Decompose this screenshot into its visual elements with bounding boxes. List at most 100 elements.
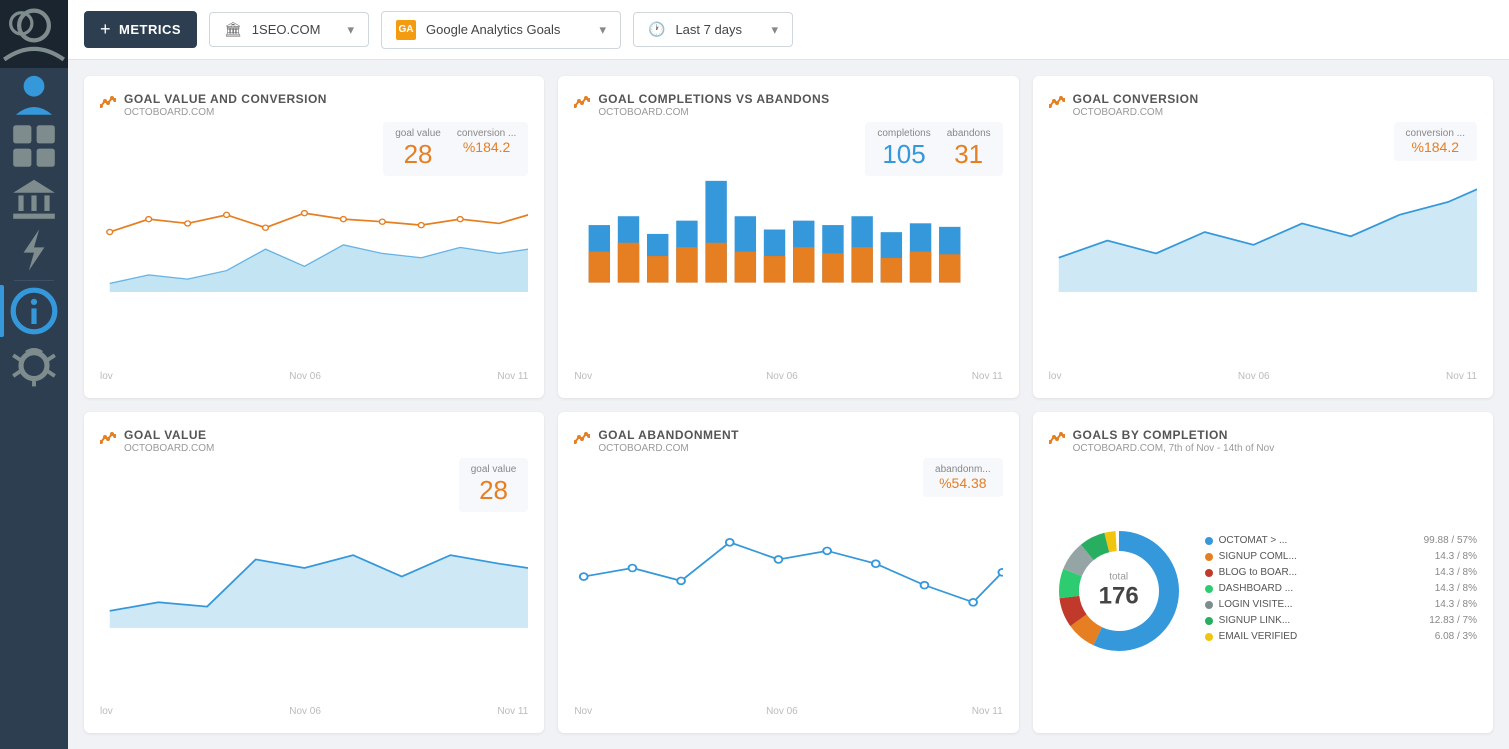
- trend-icon-3: [1049, 94, 1065, 113]
- legend-item: BLOG to BOAR... 14.3 / 8%: [1205, 567, 1477, 578]
- trend-icon-4: [100, 430, 116, 449]
- stat2-label: conversion ...: [457, 128, 516, 139]
- domain-dropdown[interactable]: 🏛 1SEO.COM ▾: [209, 12, 369, 47]
- card-completions-abandons: GOAL COMPLETIONS VS ABANDONS OCTOBOARD.C…: [558, 76, 1018, 398]
- stat-completions-label: completions: [877, 128, 930, 139]
- sidebar-logo: [0, 0, 68, 68]
- card4-title: GOAL VALUE: [124, 428, 214, 442]
- ga-icon: GA: [396, 20, 416, 40]
- legend-dot: [1205, 585, 1213, 593]
- x2-label-2: Nov 11: [972, 371, 1003, 382]
- building-icon: 🏛: [224, 21, 242, 38]
- stat2-value: %184.2: [457, 139, 516, 155]
- add-metrics-button[interactable]: + METRICS: [84, 11, 197, 48]
- legend-dot: [1205, 537, 1213, 545]
- x4-label-0: lov: [100, 706, 113, 717]
- legend-values: 14.3 / 8%: [1435, 567, 1477, 578]
- card5-title-block: GOAL ABANDONMENT OCTOBOARD.COM: [598, 428, 739, 454]
- stat-aband-label: abandonm...: [935, 464, 991, 475]
- legend-values: 12.83 / 7%: [1429, 615, 1477, 626]
- card5-body: abandonm... %54.38: [574, 458, 1002, 718]
- card3-stats: conversion ... %184.2: [1394, 122, 1477, 161]
- donut-label: total: [1099, 572, 1139, 583]
- stat-abandons: abandons 31: [947, 128, 991, 170]
- time-dropdown[interactable]: 🕐 Last 7 days ▾: [633, 12, 793, 47]
- legend-item: DASHBOARD ... 14.3 / 8%: [1205, 583, 1477, 594]
- x5-label-0: Nov: [574, 706, 592, 717]
- card4-title-block: GOAL VALUE OCTOBOARD.COM: [124, 428, 214, 454]
- card3-title: GOAL CONVERSION: [1073, 92, 1199, 106]
- card-goal-conversion: GOAL CONVERSION OCTOBOARD.COM conversion…: [1033, 76, 1493, 398]
- sidebar-item-user[interactable]: [0, 68, 68, 120]
- x3-label-2: Nov 11: [1446, 371, 1477, 382]
- card5-chart: [574, 508, 1002, 705]
- card2-header: GOAL COMPLETIONS VS ABANDONS OCTOBOARD.C…: [574, 92, 1002, 118]
- stat-aband: abandonm... %54.38: [935, 464, 991, 491]
- card2-title-block: GOAL COMPLETIONS VS ABANDONS OCTOBOARD.C…: [598, 92, 829, 118]
- card1-subtitle: OCTOBOARD.COM: [124, 107, 327, 118]
- legend-dot: [1205, 617, 1213, 625]
- card3-chart: [1049, 172, 1477, 369]
- card1-title: GOAL VALUE AND CONVERSION: [124, 92, 327, 106]
- card-goal-value-conversion: GOAL VALUE AND CONVERSION OCTOBOARD.COM …: [84, 76, 544, 398]
- legend-item: OCTOMAT > ... 99.88 / 57%: [1205, 535, 1477, 546]
- stat-gv-value: 28: [471, 475, 517, 506]
- card5-stats: abandonm... %54.38: [923, 458, 1003, 497]
- sidebar-item-dashboard[interactable]: [0, 120, 68, 172]
- x4-label-1: Nov 06: [289, 706, 321, 717]
- trend-icon-1: [100, 94, 116, 113]
- card2-body: completions 105 abandons 31: [574, 122, 1002, 382]
- legend-values: 99.88 / 57%: [1424, 535, 1477, 546]
- analytics-chevron-icon: ▾: [599, 22, 606, 38]
- card-goal-value: GOAL VALUE OCTOBOARD.COM goal value 28: [84, 412, 544, 734]
- legend-values: 14.3 / 8%: [1435, 599, 1477, 610]
- card5-subtitle: OCTOBOARD.COM: [598, 443, 739, 454]
- clock-icon: 🕐: [648, 21, 665, 38]
- legend-item: EMAIL VERIFIED 6.08 / 3%: [1205, 631, 1477, 642]
- card6-subtitle: OCTOBOARD.COM, 7th of Nov - 14th of Nov: [1073, 443, 1275, 454]
- stat-completions-value: 105: [877, 139, 930, 170]
- active-indicator: [0, 285, 4, 337]
- card2-chart: [574, 172, 1002, 369]
- plus-icon: +: [100, 19, 111, 40]
- donut-legend: OCTOMAT > ... 99.88 / 57% SIGNUP COML...…: [1205, 535, 1477, 647]
- legend-values: 14.3 / 8%: [1435, 583, 1477, 594]
- sidebar-item-bug[interactable]: [0, 337, 68, 389]
- sidebar-item-lightning[interactable]: [0, 224, 68, 276]
- card1-stats: goal value 28 conversion ... %184.2: [383, 122, 528, 176]
- card1-x-labels: lov Nov 06 Nov 11: [100, 369, 528, 382]
- card4-header: GOAL VALUE OCTOBOARD.COM: [100, 428, 528, 454]
- legend-values: 6.08 / 3%: [1435, 631, 1477, 642]
- trend-icon-2: [574, 94, 590, 113]
- add-label: METRICS: [119, 22, 181, 37]
- legend-name: BLOG to BOAR...: [1219, 567, 1429, 578]
- stat1-value: 28: [395, 139, 441, 170]
- legend-name: SIGNUP LINK...: [1219, 615, 1424, 626]
- sidebar-divider: [14, 280, 54, 281]
- legend-dot: [1205, 601, 1213, 609]
- sidebar-item-info[interactable]: [0, 285, 68, 337]
- domain-label: 1SEO.COM: [252, 22, 321, 37]
- card3-title-block: GOAL CONVERSION OCTOBOARD.COM: [1073, 92, 1199, 118]
- x2-label-0: Nov: [574, 371, 592, 382]
- x-label-1: Nov 06: [289, 371, 321, 382]
- card2-stats: completions 105 abandons 31: [865, 122, 1002, 176]
- card4-x-labels: lov Nov 06 Nov 11: [100, 704, 528, 717]
- donut-chart: total 176: [1049, 521, 1189, 661]
- card4-stats: goal value 28: [459, 458, 529, 512]
- card4-chart: [100, 508, 528, 705]
- stat-abandons-value: 31: [947, 139, 991, 170]
- sidebar: [0, 0, 68, 749]
- card2-x-labels: Nov Nov 06 Nov 11: [574, 369, 1002, 382]
- card4-body: goal value 28 lov Nov 06 Nov 11: [100, 458, 528, 718]
- legend-dot: [1205, 569, 1213, 577]
- stat-gv: goal value 28: [471, 464, 517, 506]
- legend-item: SIGNUP LINK... 12.83 / 7%: [1205, 615, 1477, 626]
- sidebar-item-bank[interactable]: [0, 172, 68, 224]
- stat-conversion: conversion ... %184.2: [457, 128, 516, 170]
- x3-label-1: Nov 06: [1238, 371, 1270, 382]
- stat-completions: completions 105: [877, 128, 930, 170]
- legend-dot: [1205, 553, 1213, 561]
- analytics-dropdown[interactable]: GA Google Analytics Goals ▾: [381, 11, 621, 49]
- card1-chart: [100, 172, 528, 369]
